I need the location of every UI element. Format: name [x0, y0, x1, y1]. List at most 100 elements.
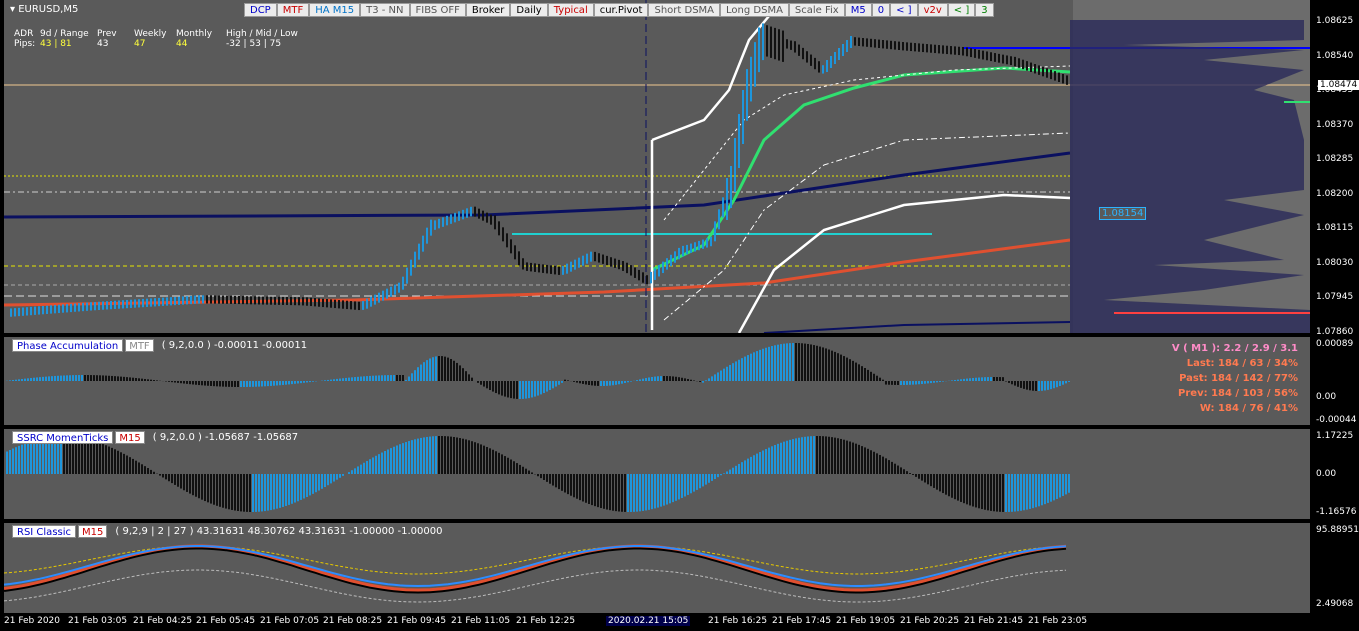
monthly-value: 44 — [176, 39, 188, 49]
candle — [674, 251, 676, 263]
histogram-bar — [267, 381, 269, 387]
candle — [206, 295, 208, 304]
indicator-name[interactable]: Phase Accumulation — [12, 339, 124, 352]
toolbar-button-14[interactable]: < ] — [890, 3, 918, 17]
histogram-bar — [1023, 381, 1025, 389]
histogram-bar — [216, 381, 218, 387]
toolbar-button-1[interactable]: MTF — [276, 3, 310, 17]
main-chart-pane[interactable]: ▾ EURUSD,M5 DCP MTF HA M15 T3 - NN FIBS OFF B… — [4, 0, 1310, 333]
candle — [458, 211, 460, 221]
indicator-name[interactable]: SSRC MomenTicks — [12, 431, 114, 444]
toolbar-button-15[interactable]: v2v — [917, 3, 948, 17]
histogram-bar — [330, 474, 332, 484]
candle — [474, 206, 476, 217]
toolbar-button-13[interactable]: 0 — [871, 3, 891, 17]
toolbar-button-17[interactable]: 3 — [975, 3, 994, 17]
histogram-bar — [897, 381, 899, 385]
histogram-bar — [468, 374, 470, 381]
candle — [942, 45, 944, 54]
histogram-bar — [435, 356, 437, 381]
toolbar-button-2[interactable]: HA M15 — [309, 3, 361, 17]
toolbar-button-3[interactable]: T3 - NN — [360, 3, 410, 17]
price-tick-label: 1.08285 — [1316, 154, 1354, 164]
histogram-bar — [18, 445, 20, 474]
toolbar-button-11[interactable]: Scale Fix — [788, 3, 845, 17]
pips-label: Pips: — [14, 39, 36, 49]
histogram-bar — [1050, 381, 1052, 390]
histogram-bar — [372, 457, 374, 474]
histogram-bar — [258, 381, 260, 387]
toolbar-button-6[interactable]: Daily — [510, 3, 548, 17]
candle — [598, 253, 600, 263]
histogram-bar — [807, 343, 809, 381]
toolbar: DCP MTF HA M15 T3 - NN FIBS OFF Broker Daily Ty… — [244, 3, 994, 17]
histogram-bar — [576, 381, 578, 383]
candle — [774, 27, 776, 60]
histogram-bar — [30, 441, 32, 474]
histogram-bar — [438, 356, 440, 381]
phase-accumulation-pane[interactable]: Phase Accumulation MTF ( 9,2,0.0 ) -0.00… — [4, 337, 1310, 425]
candle — [118, 300, 120, 309]
histogram-bar — [456, 362, 458, 381]
histogram-bar — [12, 448, 14, 474]
histogram-bar — [216, 474, 218, 506]
histogram-bar — [600, 474, 602, 509]
histogram-bar — [222, 474, 224, 508]
toolbar-button-5[interactable]: Broker — [465, 3, 511, 17]
marker-price-box: 1.08154 — [1099, 207, 1147, 220]
toolbar-button-9[interactable]: Short DSMA — [648, 3, 721, 17]
price-tick-label: 1.07860 — [1316, 326, 1354, 337]
candle — [858, 37, 860, 46]
toolbar-button-16[interactable]: < ] — [947, 3, 976, 17]
time-tick-label: 2020.02.21 15:05 — [606, 616, 691, 626]
histogram-bar — [738, 359, 740, 381]
histogram-bar — [393, 446, 395, 474]
candle — [990, 52, 992, 62]
histogram-bar — [405, 442, 407, 474]
toolbar-button-12[interactable]: M5 — [844, 3, 872, 17]
candle — [174, 296, 176, 306]
candle — [954, 46, 956, 55]
ssrc-momenticks-pane[interactable]: SSRC MomenTicks M15 ( 9,2,0.0 ) -1.05687… — [4, 429, 1310, 519]
toolbar-button-7[interactable]: Typical — [547, 3, 594, 17]
histogram-bar — [1008, 474, 1010, 512]
candle — [730, 166, 732, 208]
candle — [502, 227, 504, 242]
histogram-bar — [783, 441, 785, 474]
histogram-bar — [840, 438, 842, 474]
histogram-bar — [15, 447, 17, 474]
histogram-bar — [909, 381, 911, 385]
histogram-bar — [852, 442, 854, 474]
indicator-name[interactable]: RSI Classic — [12, 525, 77, 538]
toolbar-button-8[interactable]: cur.Pivot — [593, 3, 649, 17]
indicator-tf[interactable]: M15 — [78, 525, 108, 538]
histogram-bar — [411, 373, 413, 381]
histogram-bar — [690, 379, 692, 381]
toolbar-button-4[interactable]: FIBS OFF — [409, 3, 466, 17]
candle — [626, 262, 628, 274]
histogram-bar — [414, 370, 416, 381]
toolbar-button-10[interactable]: Long DSMA — [720, 3, 789, 17]
indicator-tf[interactable]: MTF — [125, 339, 154, 352]
histogram-bar — [276, 381, 278, 386]
histogram-bar — [864, 368, 866, 381]
histogram-bar — [627, 381, 629, 383]
candle — [798, 44, 800, 56]
histogram-bar — [291, 381, 293, 385]
histogram-bar — [657, 474, 659, 508]
histogram-bar — [882, 379, 884, 381]
histogram-bar — [804, 436, 806, 474]
rsi-classic-pane[interactable]: RSI Classic M15 ( 9,2,9 | 2 | 27 ) 43.31… — [4, 523, 1310, 613]
histogram-bar — [591, 381, 593, 386]
indicator-tf[interactable]: M15 — [115, 431, 145, 444]
histogram-bar — [321, 474, 323, 489]
histogram-bar — [798, 437, 800, 474]
histogram-bar — [156, 380, 158, 381]
histogram-bar — [777, 344, 779, 381]
histogram-bar — [414, 439, 416, 474]
price-axis: 1.08625 1.08540 1.08455 1.08370 1.08285 1.082… — [1312, 0, 1359, 337]
histogram-bar — [477, 443, 479, 474]
histogram-bar — [75, 375, 77, 381]
toolbar-button-0[interactable]: DCP — [244, 3, 277, 17]
histogram-bar — [594, 381, 596, 386]
